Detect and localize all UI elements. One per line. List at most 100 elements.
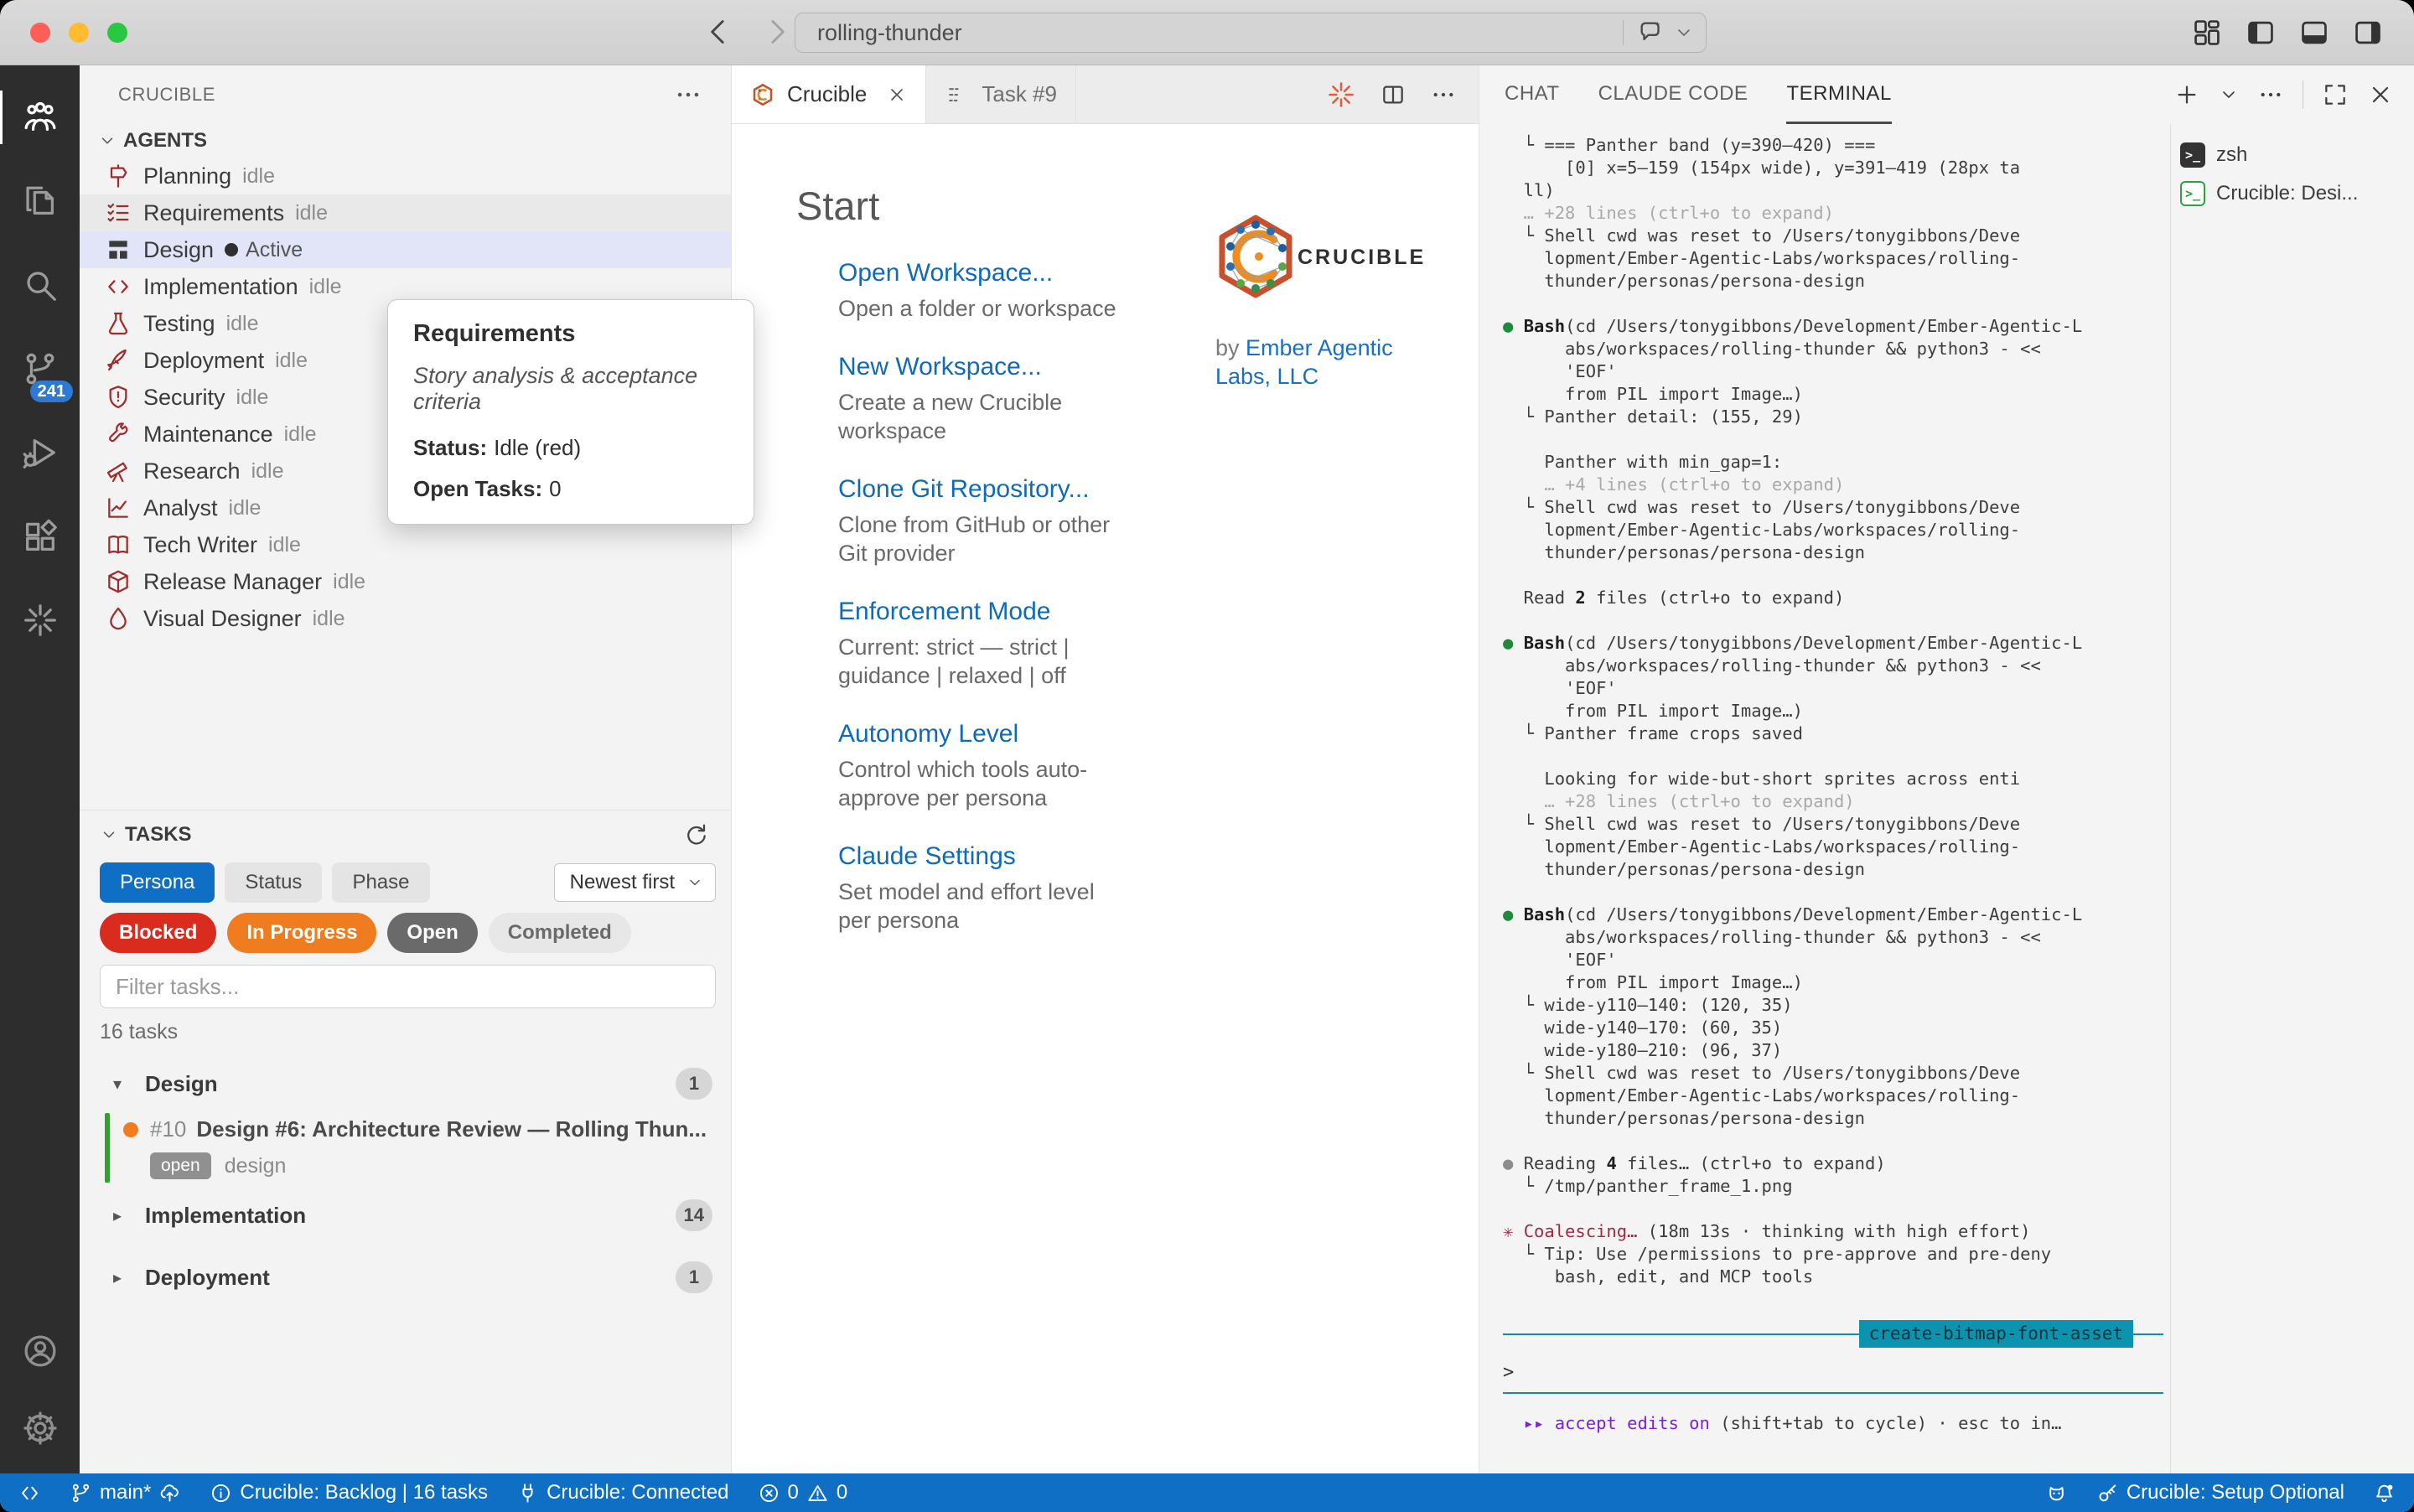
- task-group-count-badge: 1: [676, 1261, 712, 1293]
- chat-sparkle-icon[interactable]: [1637, 18, 1665, 47]
- editor-more-icon[interactable]: [1430, 81, 1457, 108]
- beaker-icon: [105, 310, 132, 337]
- filter-chip-completed[interactable]: Completed: [489, 913, 631, 953]
- start-link-enforcement-mode[interactable]: Enforcement Mode: [838, 598, 1157, 626]
- toggle-right-panel-icon[interactable]: [2352, 17, 2384, 49]
- connection-indicator[interactable]: Crucible: Connected: [516, 1481, 728, 1504]
- minimize-window-button[interactable]: [69, 23, 89, 43]
- back-arrow-icon[interactable]: [702, 15, 736, 49]
- workspace-search-field[interactable]: rolling-thunder: [795, 13, 1707, 53]
- toggle-bottom-panel-icon[interactable]: [2298, 17, 2330, 49]
- panel-more-icon[interactable]: [2257, 81, 2284, 108]
- editor-tab-task-9[interactable]: Task #9: [926, 65, 1076, 123]
- activity-files-icon[interactable]: [0, 159, 80, 243]
- group-tab-status[interactable]: Status: [225, 862, 322, 903]
- close-icon[interactable]: [887, 85, 907, 105]
- copilot-indicator[interactable]: [2045, 1482, 2068, 1504]
- agent-label: Planning: [143, 163, 231, 189]
- svg-text:CRUCIBLE: CRUCIBLE: [1298, 246, 1425, 269]
- agent-item-design[interactable]: DesignActive: [80, 231, 731, 268]
- activity-account-icon[interactable]: [0, 1313, 80, 1390]
- customize-layout-icon[interactable]: [2191, 17, 2223, 49]
- branch-indicator[interactable]: main*: [70, 1481, 181, 1504]
- checklist-icon: [105, 199, 132, 226]
- close-panel-icon[interactable]: [2367, 81, 2394, 108]
- activity-claude-spark-icon[interactable]: [0, 578, 80, 662]
- activity-settings-gear-icon[interactable]: [0, 1390, 80, 1467]
- setup-indicator[interactable]: Crucible: Setup Optional: [2096, 1481, 2344, 1504]
- agent-status: idle: [295, 201, 328, 225]
- activity-source-control-icon[interactable]: 241: [0, 327, 80, 411]
- activity-extensions-icon[interactable]: [0, 495, 80, 578]
- chevron-down-icon: [100, 826, 118, 844]
- sort-value: Newest first: [570, 871, 675, 894]
- terminal-line: thunder/personas/persona-design: [1503, 858, 2163, 881]
- split-editor-icon[interactable]: [1380, 81, 1406, 108]
- terminal-line: [1503, 1130, 2163, 1152]
- start-link-autonomy-level[interactable]: Autonomy Level: [838, 720, 1157, 748]
- filter-chip-blocked[interactable]: Blocked: [100, 913, 216, 953]
- task-item[interactable]: #10Design #6: Architecture Review — Roll…: [100, 1111, 716, 1184]
- toggle-left-panel-icon[interactable]: [2245, 17, 2277, 49]
- task-group-design[interactable]: ▾Design1: [100, 1064, 716, 1103]
- close-window-button[interactable]: [30, 23, 50, 43]
- terminal-line: wide-y180–210: (96, 37): [1503, 1039, 2163, 1062]
- start-link-clone-git-repository[interactable]: Clone Git Repository...: [838, 475, 1157, 504]
- editor-tab-label: Task #9: [982, 81, 1057, 107]
- backlog-indicator[interactable]: Crucible: Backlog | 16 tasks: [210, 1481, 488, 1504]
- sort-select[interactable]: Newest first: [554, 863, 716, 902]
- refresh-icon[interactable]: [682, 821, 709, 848]
- group-tab-persona[interactable]: Persona: [100, 862, 215, 903]
- remote-indicator[interactable]: [18, 1482, 41, 1504]
- tasks-section-header[interactable]: TASKS: [100, 817, 716, 852]
- start-link-claude-settings[interactable]: Claude Settings: [838, 842, 1157, 871]
- agent-item-visual-designer[interactable]: Visual Designeridle: [80, 600, 731, 637]
- group-tab-phase[interactable]: Phase: [332, 862, 429, 903]
- forward-arrow-icon[interactable]: [759, 15, 793, 49]
- task-group-deployment[interactable]: ▸Deployment1: [100, 1258, 716, 1297]
- filter-tasks-input[interactable]: [100, 965, 716, 1008]
- start-link-open-workspace[interactable]: Open Workspace...: [838, 259, 1157, 287]
- activity-search-icon[interactable]: [0, 243, 80, 327]
- terminal-line: ● Bash(cd /Users/tonygibbons/Development…: [1503, 315, 2163, 338]
- chevron-down-icon[interactable]: [1674, 23, 1694, 43]
- start-link-group: Claude SettingsSet model and effort leve…: [796, 842, 1157, 935]
- terminal-line: abs/workspaces/rolling-thunder && python…: [1503, 655, 2163, 677]
- claude-spark-icon[interactable]: [1326, 80, 1356, 110]
- activity-people-icon[interactable]: [0, 75, 80, 159]
- terminal-line: ll): [1503, 179, 2163, 202]
- telescope-icon: [105, 458, 132, 484]
- terminal-dropdown-icon[interactable]: [2219, 85, 2239, 105]
- agents-section-header[interactable]: AGENTS: [80, 124, 731, 158]
- panel-tab-terminal[interactable]: TERMINAL: [1786, 65, 1891, 124]
- agent-item-requirements[interactable]: Requirementsidle: [80, 194, 731, 231]
- filter-chip-in-progress[interactable]: In Progress: [227, 913, 376, 953]
- extensions-icon: [21, 517, 60, 556]
- titlebar: rolling-thunder: [0, 0, 2414, 65]
- agent-item-planning[interactable]: Planningidle: [80, 158, 731, 194]
- editor-tab-crucible[interactable]: Crucible: [732, 65, 926, 123]
- task-group-implementation[interactable]: ▸Implementation14: [100, 1196, 716, 1235]
- problems-indicator[interactable]: 0 0: [758, 1481, 848, 1504]
- terminal-prompt[interactable]: >: [1503, 1361, 2163, 1384]
- activity-debug-icon[interactable]: [0, 411, 80, 495]
- terminal-output[interactable]: └ === Panther band (y=390–420) === [0] x…: [1503, 134, 2163, 1473]
- more-actions-icon[interactable]: [674, 80, 702, 109]
- panel-tab-claude-code[interactable]: CLAUDE CODE: [1598, 65, 1748, 124]
- filter-chip-open[interactable]: Open: [387, 913, 477, 953]
- terminal-instance-zsh[interactable]: >_zsh: [2180, 136, 2409, 174]
- agent-status: idle: [226, 312, 259, 336]
- new-terminal-icon[interactable]: [2173, 81, 2200, 108]
- zoom-window-button[interactable]: [107, 23, 127, 43]
- terminal-line: ● Bash(cd /Users/tonygibbons/Development…: [1503, 632, 2163, 655]
- triangle-right-icon: ▸: [113, 1205, 132, 1226]
- maximize-panel-icon[interactable]: [2322, 81, 2349, 108]
- agent-status: idle: [275, 349, 308, 373]
- notifications-indicator[interactable]: [2373, 1482, 2396, 1504]
- terminal-line: abs/workspaces/rolling-thunder && python…: [1503, 338, 2163, 360]
- start-link-new-workspace[interactable]: New Workspace...: [838, 353, 1157, 381]
- agent-item-release-manager[interactable]: Release Manageridle: [80, 563, 731, 600]
- panel-tab-chat[interactable]: CHAT: [1505, 65, 1560, 124]
- agent-item-tech-writer[interactable]: Tech Writeridle: [80, 526, 731, 563]
- terminal-instance-crucible-desi[interactable]: >_Crucible: Desi...: [2180, 174, 2409, 213]
